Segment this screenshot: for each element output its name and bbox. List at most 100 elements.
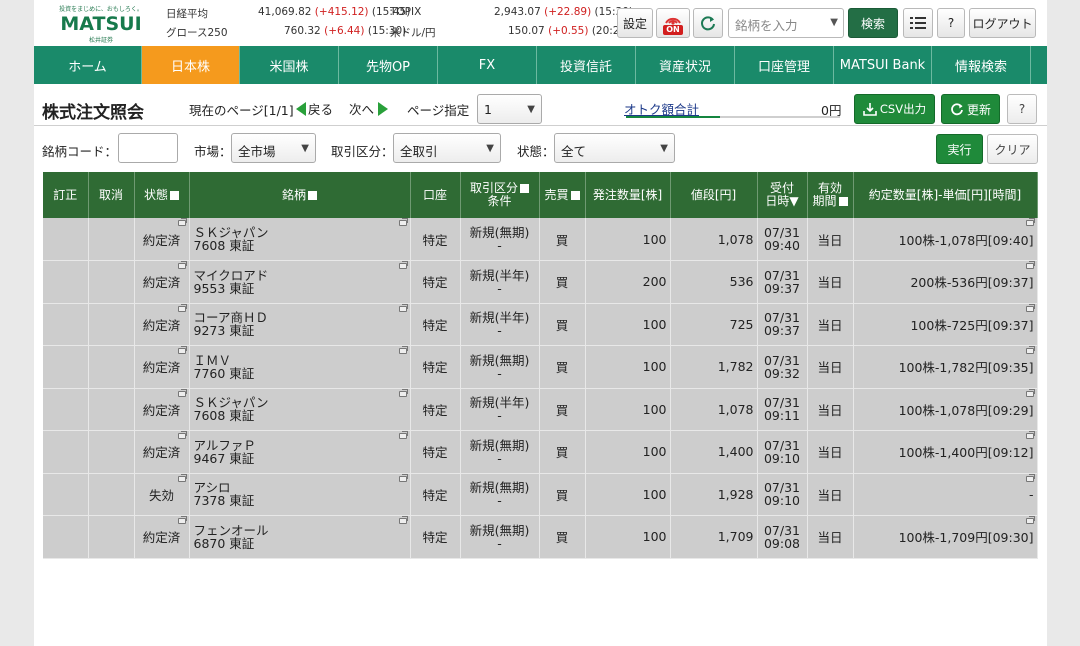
nav-home[interactable]: ホーム xyxy=(34,46,142,84)
prev-link[interactable]: 戻る xyxy=(296,99,333,118)
search-placeholder: 銘柄を入力 xyxy=(735,18,798,33)
stock-code-input[interactable] xyxy=(118,133,178,163)
stock-search-input[interactable]: 銘柄を入力 ▼ xyxy=(728,8,844,38)
nav-futures-options[interactable]: 先物OP xyxy=(339,46,438,84)
col-side[interactable]: 売買 xyxy=(539,172,586,218)
nav-account[interactable]: 口座管理 xyxy=(735,46,834,84)
popup-icon[interactable] xyxy=(177,261,187,269)
stock-cell[interactable]: マイクロアド 9553 東証 xyxy=(189,260,411,304)
status-cell[interactable]: 約定済 xyxy=(134,515,190,559)
nav-investment-trust[interactable]: 投資信託 xyxy=(537,46,636,84)
popup-icon[interactable] xyxy=(398,516,408,524)
popup-icon[interactable] xyxy=(177,473,187,482)
nav-matsui-bank[interactable]: MATSUI Bank xyxy=(834,46,932,84)
order-rows: 約定済 ＳＫジャパン 7608 東証 特定 新規(無期) - 買 100 1,078 07/31 0… xyxy=(43,218,1038,559)
nav-assets[interactable]: 資産状況 xyxy=(636,46,735,84)
table-row: 約定済 コーア商ＨＤ 9273 東証 特定 新規(半年) - 買 100 725 07/31 09:… xyxy=(43,303,1038,346)
received-cell: 07/31 09:40 xyxy=(757,218,808,261)
status-cell[interactable]: 失効 xyxy=(134,473,190,516)
page-select[interactable]: 1 ▼ xyxy=(477,94,542,124)
execution-cell[interactable]: 100株-1,078円[09:29] xyxy=(853,388,1038,431)
next-label: 次へ xyxy=(349,102,375,117)
stock-cell[interactable]: フェンオール 6870 東証 xyxy=(189,515,411,559)
search-button[interactable]: 検索 xyxy=(848,8,898,38)
clear-button[interactable]: クリア xyxy=(987,134,1038,164)
col-recv-label: 受付 xyxy=(769,181,794,195)
status-select[interactable]: 全て ▼ xyxy=(554,133,675,163)
received-cell: 07/31 09:32 xyxy=(757,345,808,389)
stock-name: ＩＭＶ xyxy=(193,352,232,368)
popup-icon[interactable] xyxy=(398,261,408,269)
table-row: 約定済 マイクロアド 9553 東証 特定 新規(半年) - 買 200 536 07/31 09:… xyxy=(43,260,1038,304)
popup-icon[interactable] xyxy=(177,388,187,397)
reload-button[interactable] xyxy=(693,8,723,38)
nav-info-search[interactable]: 情報検索 xyxy=(932,46,1031,84)
col-status[interactable]: 状態 xyxy=(134,172,190,218)
popup-icon[interactable] xyxy=(1025,388,1035,397)
col-validity[interactable]: 有効 期間 xyxy=(807,172,854,218)
popup-icon[interactable] xyxy=(177,218,187,226)
execution-cell[interactable]: - xyxy=(853,473,1038,516)
popup-icon[interactable] xyxy=(1025,261,1035,269)
stock-cell[interactable]: ＳＫジャパン 7608 東証 xyxy=(189,218,411,261)
nav-japan-stocks[interactable]: 日本株 xyxy=(142,46,240,84)
next-link[interactable]: 次へ xyxy=(349,99,389,118)
popup-icon[interactable] xyxy=(1025,473,1035,482)
execution-cell[interactable]: 100株-725円[09:37] xyxy=(853,303,1038,346)
execution-cell[interactable]: 100株-1,709円[09:30] xyxy=(853,515,1038,559)
otoku-progress-fill xyxy=(626,116,720,118)
execute-button[interactable]: 実行 xyxy=(936,134,983,164)
csv-export-button[interactable]: CSV出力 xyxy=(854,94,935,124)
execution-cell[interactable]: 100株-1,400円[09:12] xyxy=(853,430,1038,474)
popup-icon[interactable] xyxy=(398,388,408,397)
refresh-button[interactable]: 更新 xyxy=(941,94,1000,124)
popup-icon[interactable] xyxy=(398,303,408,312)
status-cell[interactable]: 約定済 xyxy=(134,218,190,261)
popup-icon[interactable] xyxy=(1025,303,1035,312)
settings-button[interactable]: 設定 xyxy=(617,8,653,38)
execution-cell[interactable]: 100株-1,078円[09:40] xyxy=(853,218,1038,261)
trade-type-select[interactable]: 全取引 ▼ xyxy=(393,133,501,163)
status-cell[interactable]: 約定済 xyxy=(134,345,190,389)
col-received[interactable]: 受付 日時▼ xyxy=(757,172,808,218)
status-cell[interactable]: 約定済 xyxy=(134,260,190,304)
col-trade-type[interactable]: 取引区分 条件 xyxy=(460,172,540,218)
nav-fx[interactable]: FX xyxy=(438,46,537,84)
matsui-logo[interactable]: 投資をまじめに、おもしろく。 MATSUI 松井証券 xyxy=(56,4,146,44)
popup-icon[interactable] xyxy=(177,303,187,312)
stock-cell[interactable]: コーア商ＨＤ 9273 東証 xyxy=(189,303,411,346)
status-cell[interactable]: 約定済 xyxy=(134,303,190,346)
stock-cell[interactable]: ＩＭＶ 7760 東証 xyxy=(189,345,411,389)
popup-icon[interactable] xyxy=(177,346,187,354)
popup-icon[interactable] xyxy=(398,218,408,226)
execution-cell[interactable]: 100株-1,782円[09:35] xyxy=(853,345,1038,389)
popup-icon[interactable] xyxy=(1025,516,1035,524)
market-label: 日経平均 xyxy=(166,8,208,20)
page-help-button[interactable]: ? xyxy=(1007,94,1037,124)
stock-cell[interactable]: ＳＫジャパン 7608 東証 xyxy=(189,388,411,431)
trade-cell: 新規(無期) - xyxy=(460,515,540,559)
popup-icon[interactable] xyxy=(398,473,408,482)
popup-icon[interactable] xyxy=(398,346,408,354)
popup-icon[interactable] xyxy=(177,431,187,439)
price-cell: 1,078 xyxy=(670,388,758,431)
logout-button[interactable]: ログアウト xyxy=(969,8,1036,38)
execution-cell[interactable]: 200株-536円[09:37] xyxy=(853,260,1038,304)
stock-cell[interactable]: アシロ 7378 東証 xyxy=(189,473,411,516)
popup-icon[interactable] xyxy=(1025,218,1035,226)
popup-icon[interactable] xyxy=(1025,346,1035,354)
status-cell[interactable]: 約定済 xyxy=(134,388,190,431)
market-select[interactable]: 全市場 ▼ xyxy=(231,133,316,163)
popup-icon[interactable] xyxy=(1025,431,1035,439)
nav-us-stocks[interactable]: 米国株 xyxy=(240,46,339,84)
validity-cell: 当日 xyxy=(807,388,854,431)
menu-button[interactable] xyxy=(903,8,933,38)
notification-toggle[interactable]: ON xyxy=(656,8,690,38)
stock-cell[interactable]: アルファＰ 9467 東証 xyxy=(189,430,411,474)
status-cell[interactable]: 約定済 xyxy=(134,430,190,474)
account-cell: 特定 xyxy=(410,218,461,261)
popup-icon[interactable] xyxy=(177,516,187,524)
help-button[interactable]: ? xyxy=(937,8,965,38)
col-name[interactable]: 銘柄 xyxy=(189,172,411,218)
popup-icon[interactable] xyxy=(398,431,408,439)
